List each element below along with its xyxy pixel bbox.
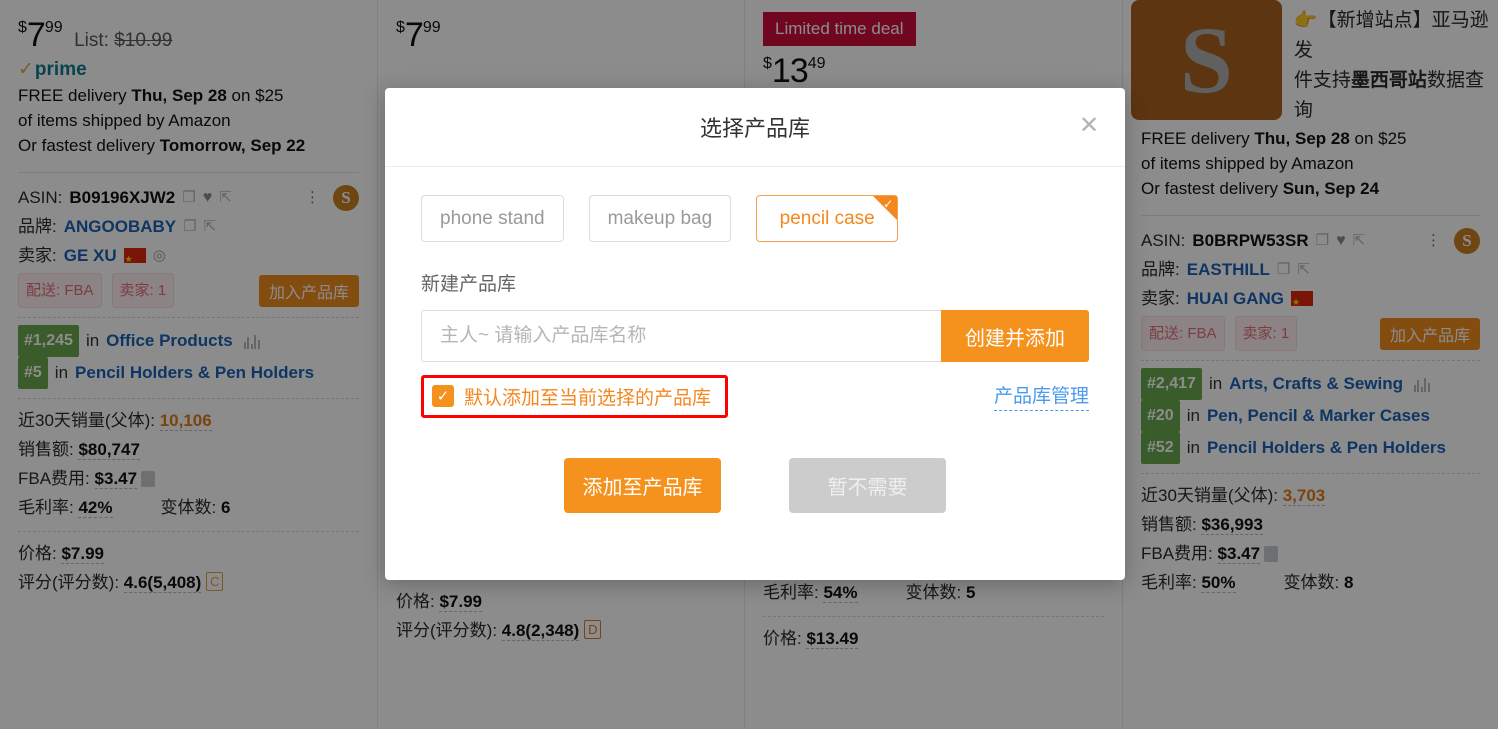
default-library-checkbox-label[interactable]: 默认添加至当前选择的产品库 <box>464 383 711 410</box>
modal-actions: 添加至产品库 暂不需要 <box>421 458 1089 513</box>
close-icon[interactable]: ✕ <box>1075 113 1103 141</box>
create-library-row: 创建并添加 <box>421 310 1089 362</box>
default-option-highlight: ✓ 默认添加至当前选择的产品库 <box>421 375 728 418</box>
library-tag-list: phone stand makeup bag pencil case <box>421 195 1089 242</box>
create-and-add-button[interactable]: 创建并添加 <box>941 310 1089 362</box>
modal-header: 选择产品库 ✕ <box>385 88 1125 167</box>
selected-check-icon <box>873 196 897 220</box>
default-option-row: ✓ 默认添加至当前选择的产品库 产品库管理 <box>421 374 1089 418</box>
default-library-checkbox[interactable]: ✓ <box>432 385 454 407</box>
modal-body: phone stand makeup bag pencil case 新建产品库… <box>385 167 1125 513</box>
select-product-library-modal: 选择产品库 ✕ phone stand makeup bag pencil ca… <box>385 88 1125 580</box>
library-management-link[interactable]: 产品库管理 <box>994 381 1089 411</box>
add-to-library-confirm-button[interactable]: 添加至产品库 <box>564 458 721 513</box>
library-tag-makeup-bag[interactable]: makeup bag <box>589 195 732 242</box>
not-needed-button[interactable]: 暂不需要 <box>789 458 946 513</box>
screen: $799 List: $10.99 ✓prime FREE delivery T… <box>0 0 1498 729</box>
library-tag-label: pencil case <box>780 208 875 230</box>
library-tag-phone-stand[interactable]: phone stand <box>421 195 564 242</box>
library-tag-pencil-case[interactable]: pencil case <box>756 195 898 242</box>
modal-title: 选择产品库 <box>700 111 810 143</box>
new-library-name-input[interactable] <box>421 310 941 362</box>
new-library-label: 新建产品库 <box>421 269 1089 296</box>
